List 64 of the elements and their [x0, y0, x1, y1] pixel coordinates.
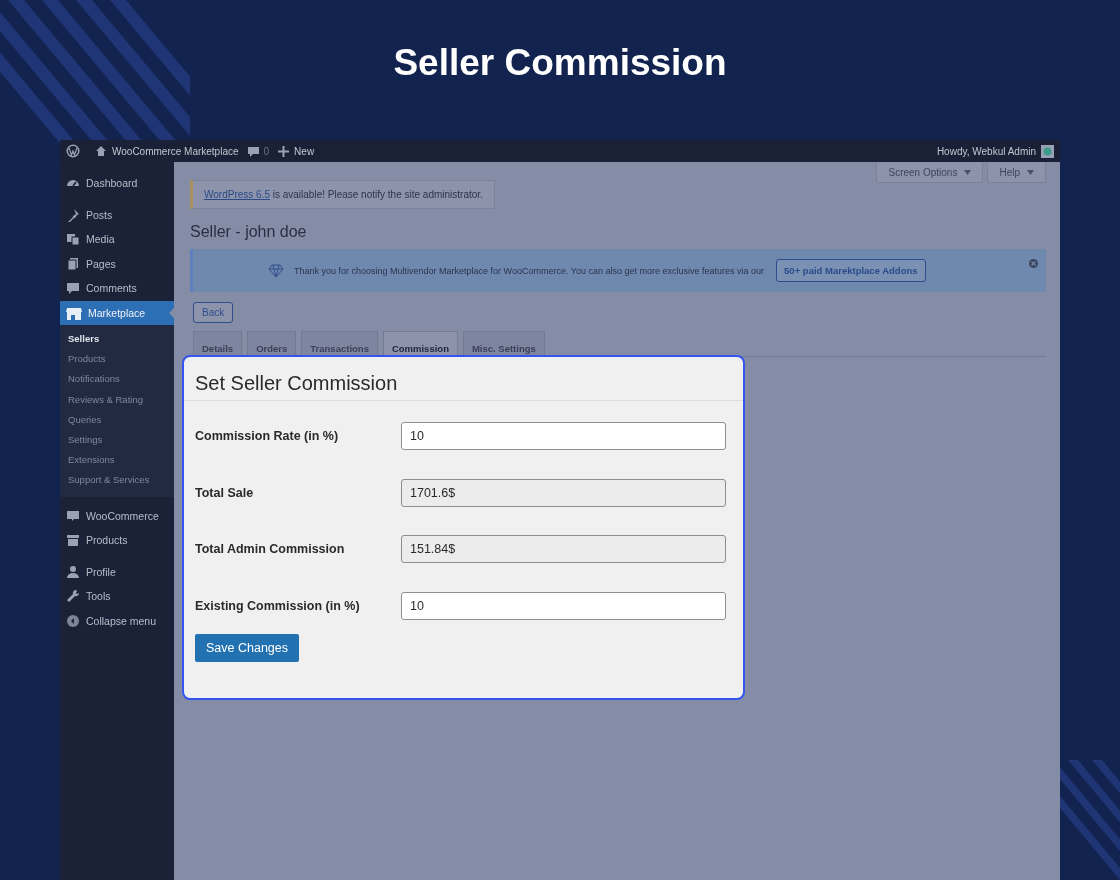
wordpress-logo-icon: [66, 144, 80, 158]
menu-item[interactable]: Collapse menu: [60, 608, 174, 633]
close-icon: [1029, 259, 1038, 268]
caret-icon: [1027, 169, 1034, 175]
menu-item[interactable]: Dashboard: [60, 171, 174, 196]
addons-button[interactable]: 50+ paid Marektplace Addons: [776, 259, 926, 282]
new-link[interactable]: New: [294, 145, 315, 157]
menu-item[interactable]: Comments: [60, 276, 174, 301]
submenu-item[interactable]: Notifications: [60, 369, 174, 390]
back-button[interactable]: Back: [193, 302, 234, 323]
field-label: Existing Commission (in %): [195, 598, 361, 613]
store-icon: [66, 305, 82, 320]
field-label: Total Admin Commission: [195, 542, 346, 556]
save-button[interactable]: Save Changes: [195, 633, 299, 662]
page-title: Seller - john doe: [190, 223, 308, 241]
submenu-item[interactable]: Queries: [60, 409, 174, 430]
speech-bubble-icon: [66, 281, 80, 296]
tab[interactable]: Transactions: [301, 331, 378, 356]
collapse-icon: [66, 613, 80, 628]
menu-item[interactable]: Posts: [60, 202, 174, 227]
update-link[interactable]: WordPress 6.5: [204, 189, 270, 200]
comment-count: 0: [263, 145, 270, 157]
tab[interactable]: Misc. Settings: [462, 331, 545, 356]
tab[interactable]: Orders: [247, 331, 297, 356]
submenu-item[interactable]: Extensions: [60, 450, 174, 471]
submenu-item[interactable]: Support & Services: [60, 470, 174, 491]
submenu-item[interactable]: Reviews & Rating: [60, 389, 174, 410]
pages-icon: [66, 256, 80, 271]
submenu-item[interactable]: Settings: [60, 429, 174, 451]
menu-item[interactable]: Pages: [60, 251, 174, 276]
menu-item[interactable]: Marketplace: [60, 300, 174, 325]
menu-item[interactable]: Tools: [60, 584, 174, 609]
menu-item[interactable]: Products: [60, 528, 174, 553]
site-link[interactable]: WooCommerce Marketplace: [112, 145, 239, 157]
speech-bubble-icon: [247, 145, 259, 157]
tab[interactable]: Details: [193, 331, 243, 356]
menu-item[interactable]: Profile: [60, 559, 174, 584]
archive-box-icon: [66, 533, 80, 548]
submenu-item[interactable]: Products: [60, 349, 174, 370]
page-heading: Seller Commission: [393, 42, 727, 84]
plus-icon: [278, 145, 290, 157]
caret-icon: [964, 169, 972, 175]
media-icon: [66, 232, 80, 247]
field-label: Commission Rate (in %): [195, 429, 340, 443]
tab[interactable]: Commission: [382, 331, 458, 356]
submenu-item[interactable]: Sellers: [60, 329, 174, 350]
avatar-icon: [1041, 144, 1054, 158]
field-label: Total Sale: [195, 485, 255, 500]
input-field[interactable]: 10: [401, 591, 726, 620]
screen-tab-button[interactable]: Help: [987, 162, 1046, 183]
input-field[interactable]: 10: [401, 422, 726, 450]
pin-icon: [66, 207, 80, 222]
account-link[interactable]: Howdy, Webkul Admin: [936, 145, 1036, 157]
wrench-icon: [66, 589, 80, 604]
speech-badge-icon: [66, 508, 80, 523]
update-notice: WordPress 6.5 is available! Please notify the site administrator.: [190, 180, 495, 209]
home-icon: [95, 145, 107, 157]
diamond-icon: [268, 263, 284, 278]
menu-item[interactable]: Media: [60, 227, 174, 252]
screen-tab-button[interactable]: Screen Options: [876, 162, 984, 183]
menu-item[interactable]: WooCommerce: [60, 503, 174, 528]
banner-text: Thank you for choosing Multivendor Marketplace for WooCommerce. You can also get more exclusive features via our: [294, 265, 765, 276]
person-icon: [66, 564, 80, 579]
dialog-title: Set Seller Commission: [184, 357, 743, 401]
